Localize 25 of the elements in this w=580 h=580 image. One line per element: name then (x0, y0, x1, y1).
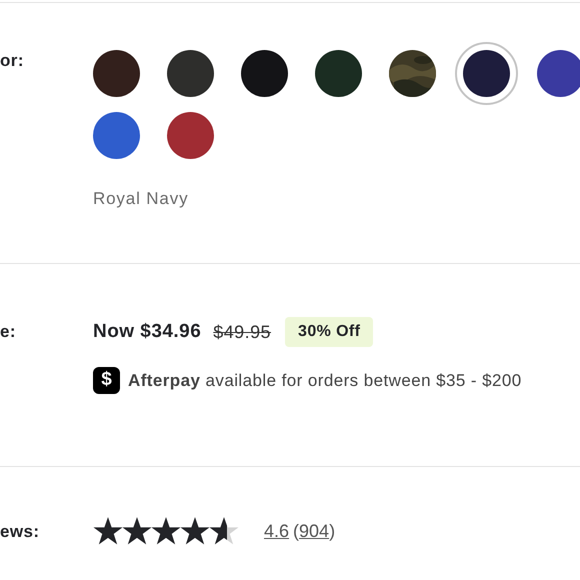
color-swatch[interactable] (93, 112, 140, 158)
star-icon (180, 517, 210, 546)
rating-link[interactable]: 4.6 (264, 518, 290, 545)
afterpay-logo: $ (93, 367, 120, 394)
star-icon (93, 517, 123, 546)
field-label: ews: (0, 522, 40, 540)
field-label: e: (0, 322, 16, 341)
original-price: $49.95 (213, 320, 272, 344)
color-swatch[interactable] (93, 50, 140, 96)
selected-color-name: Royal Navy (93, 188, 190, 210)
color-swatch[interactable] (315, 50, 362, 96)
star-icon (209, 517, 239, 546)
color-swatch[interactable] (167, 50, 214, 96)
afterpay-message: Afterpay available for orders between $35 - $200 (128, 370, 522, 392)
sale-price: Now $34.96 (93, 320, 202, 344)
selected-ring[interactable] (455, 42, 518, 104)
star-icon (151, 517, 181, 546)
field-label: or: (0, 51, 24, 70)
color-swatch[interactable] (167, 112, 214, 158)
color-swatch[interactable] (241, 50, 288, 96)
color-swatch[interactable] (537, 50, 580, 96)
star-icon (122, 517, 152, 546)
color-swatch[interactable] (463, 50, 510, 96)
discount-badge: 30% Off (285, 317, 374, 347)
review-count[interactable]: (904) (293, 518, 336, 545)
